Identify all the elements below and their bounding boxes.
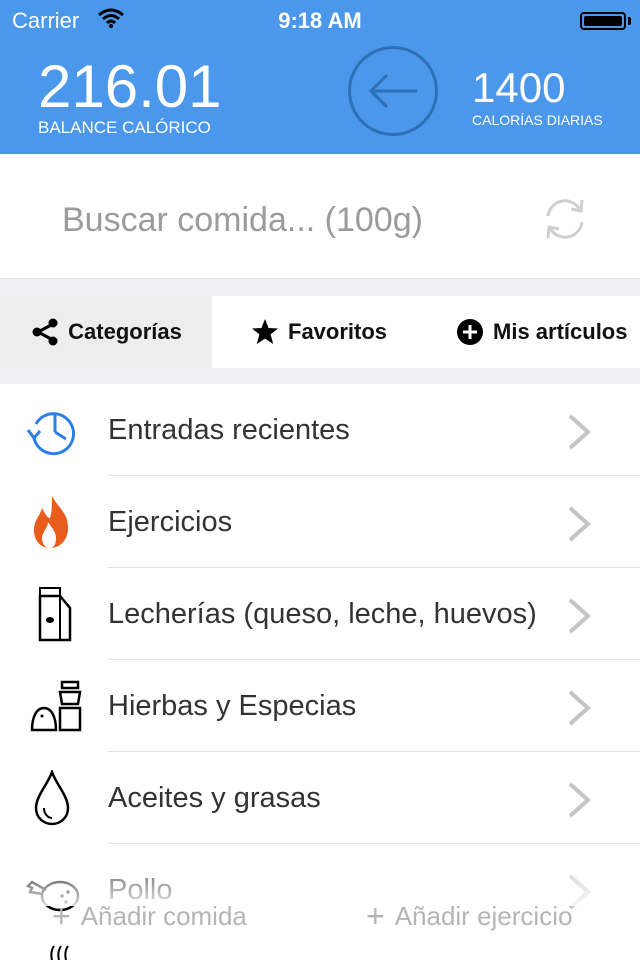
tab-label: Favoritos xyxy=(288,319,388,344)
category-row-oils[interactable]: Aceites y grasas xyxy=(0,752,640,844)
clock-icon xyxy=(26,412,75,456)
daily-calories-label: CALORÍAS DIARIAS xyxy=(472,112,603,128)
status-time: 9:18 AM xyxy=(278,8,362,33)
balance-label: BALANCE CALÓRICO xyxy=(38,118,211,137)
category-tabs: Categorías Favoritos Mis artículos xyxy=(0,296,640,368)
battery-icon xyxy=(580,12,626,30)
balance-value: 216.01 xyxy=(38,53,222,120)
chevron-right-icon xyxy=(568,598,592,634)
category-row-recent[interactable]: Entradas recientes xyxy=(0,384,640,476)
category-row-dairy[interactable]: Lecherías (queso, leche, huevos) xyxy=(0,568,640,660)
category-row-spices[interactable]: Hierbas y Especias xyxy=(0,660,640,752)
search-bar xyxy=(0,154,640,279)
star-icon xyxy=(250,317,280,347)
plus-icon: + xyxy=(366,898,385,934)
tab-favoritos[interactable]: Favoritos xyxy=(250,296,387,368)
category-row-exercise[interactable]: Ejercicios xyxy=(0,476,640,568)
plus-icon: + xyxy=(52,898,71,934)
tab-label: Mis artículos xyxy=(493,319,628,344)
plus-circle-icon xyxy=(455,317,485,347)
add-exercise-button[interactable]: + Añadir ejercicio xyxy=(366,898,572,935)
add-exercise-label: Añadir ejercicio xyxy=(394,901,573,931)
add-food-label: Añadir comida xyxy=(80,901,247,931)
category-label: Aceites y grasas xyxy=(108,782,321,814)
tab-mis-articulos[interactable]: Mis artículos xyxy=(455,296,627,368)
flame-icon xyxy=(34,496,68,548)
category-list: Entradas recientes Ejercicios Lecherías … xyxy=(0,384,640,960)
chevron-right-icon xyxy=(568,782,592,818)
category-label: Hierbas y Especias xyxy=(108,690,357,722)
chevron-right-icon xyxy=(568,414,592,450)
tab-categorias[interactable]: Categorías xyxy=(0,296,212,368)
spice-shaker-icon xyxy=(30,680,82,732)
add-food-button[interactable]: + Añadir comida xyxy=(52,898,247,935)
category-label: Lecherías (queso, leche, huevos) xyxy=(108,598,537,630)
status-bar: Carrier 9:18 AM xyxy=(0,0,640,40)
bottom-actions: + Añadir comida + Añadir ejercicio xyxy=(0,890,640,946)
category-label: Entradas recientes xyxy=(108,414,350,446)
back-button[interactable] xyxy=(348,46,438,136)
milk-carton-icon xyxy=(38,587,72,642)
chevron-right-icon xyxy=(568,506,592,542)
tab-label: Categorías xyxy=(68,319,182,344)
arrow-left-icon xyxy=(368,73,417,109)
category-label: Ejercicios xyxy=(108,506,233,538)
refresh-icon[interactable] xyxy=(538,192,592,246)
next-category-icon xyxy=(50,945,69,960)
calorie-header: Carrier 9:18 AM 216.01 BALANCE CALÓRICO … xyxy=(0,0,640,154)
share-icon xyxy=(30,317,60,347)
chevron-right-icon xyxy=(568,690,592,726)
search-input[interactable] xyxy=(60,194,524,246)
daily-calories-value: 1400 xyxy=(472,64,566,111)
oil-drop-icon xyxy=(34,770,70,826)
